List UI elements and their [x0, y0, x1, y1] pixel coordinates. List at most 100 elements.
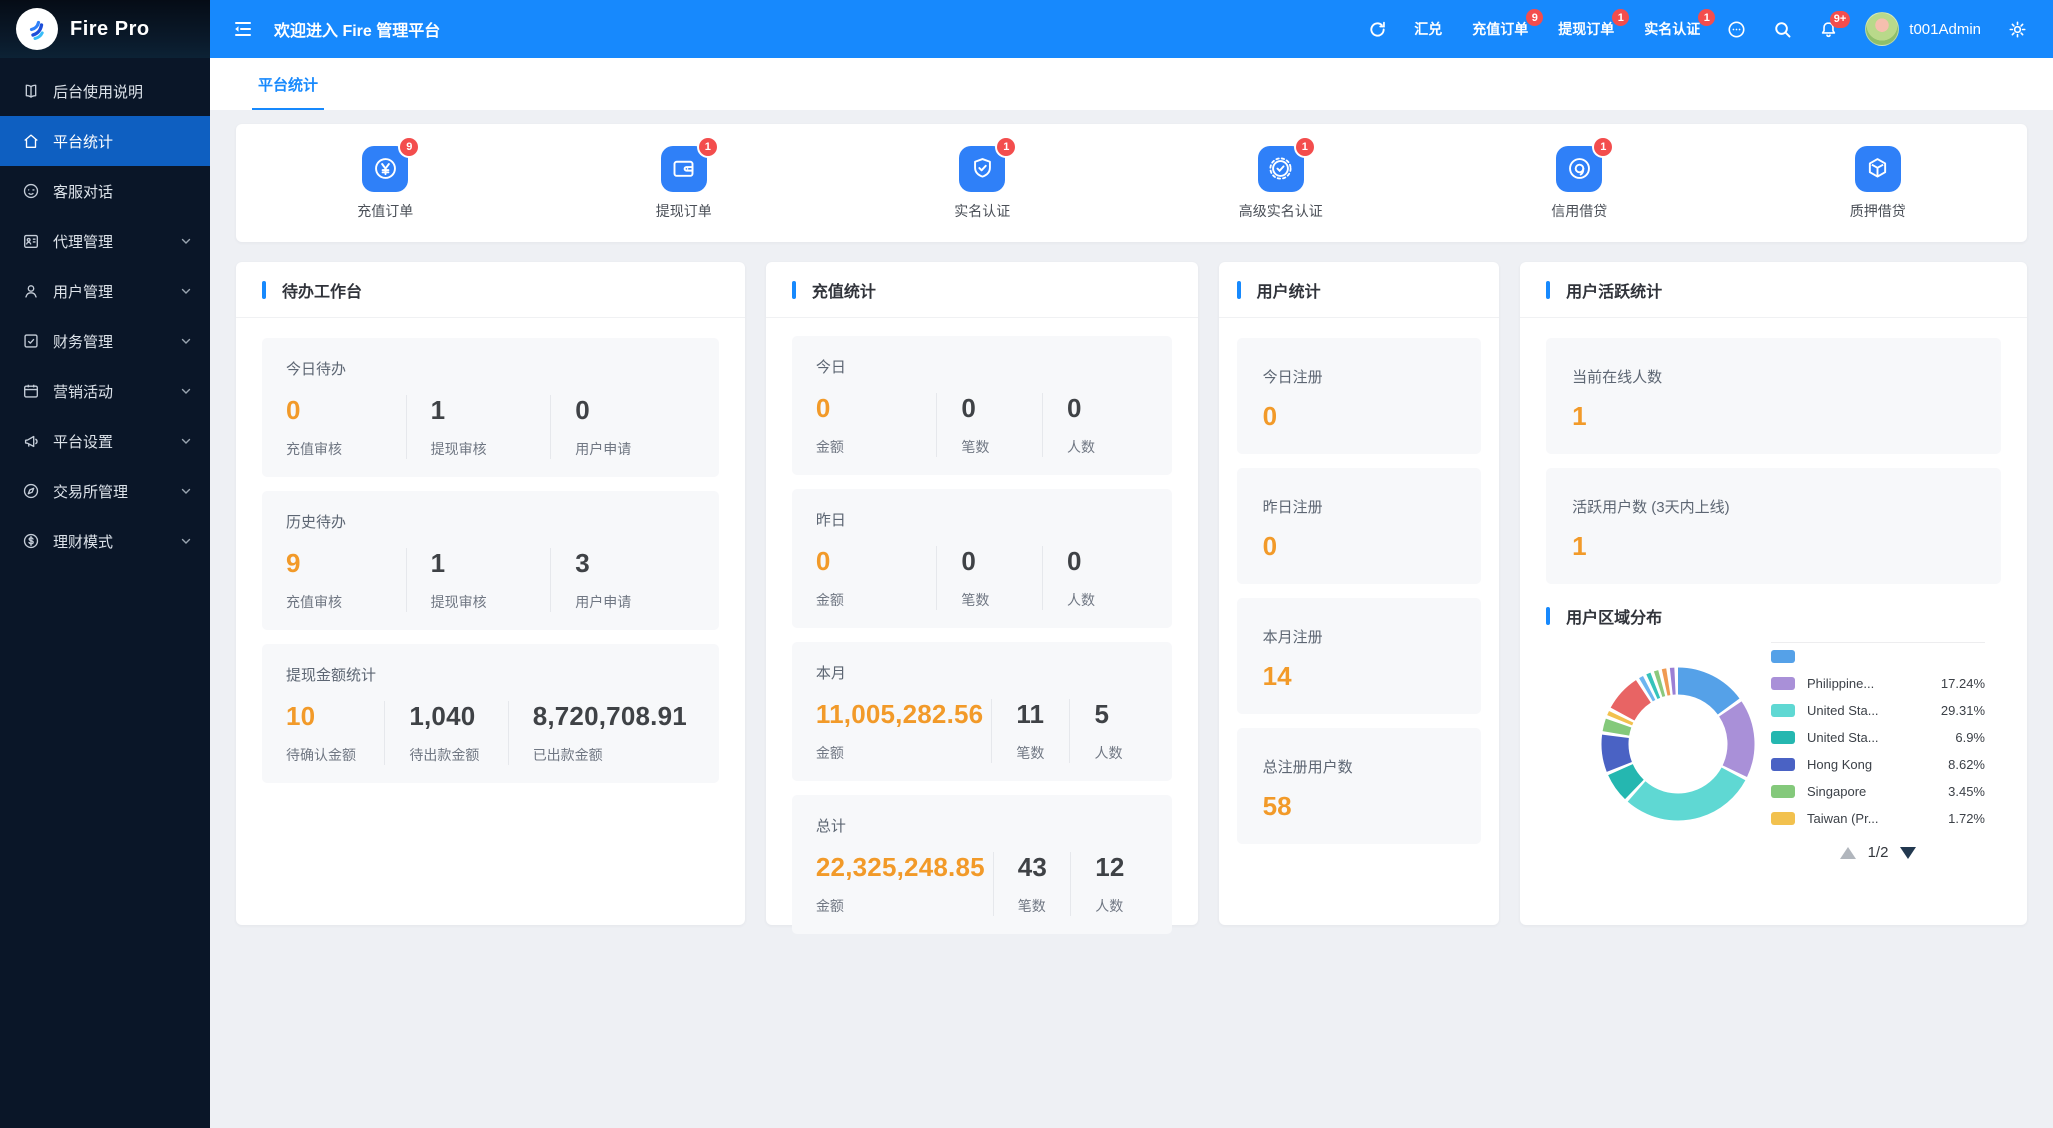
sidebar-item-6[interactable]: 营销活动 [0, 366, 210, 416]
stat: 11 笔数 [991, 699, 1069, 763]
quick-entry[interactable]: 1 提现订单 [535, 137, 834, 221]
legend-label: Singapore [1807, 784, 1867, 799]
sidebar-item-1[interactable]: 平台统计 [0, 116, 210, 166]
legend-item[interactable]: United Sta... 6.9% [1771, 724, 1985, 751]
legend-swatch [1771, 758, 1795, 771]
sidebar-item-9[interactable]: 理财模式 [0, 516, 210, 566]
tab-platform-stats[interactable]: 平台统计 [252, 74, 325, 110]
legend-page-down-icon[interactable] [1900, 846, 1917, 859]
gear-icon[interactable] [2008, 20, 2027, 39]
value-number: 1 [1572, 531, 1587, 561]
stat-label: 人数 [1094, 745, 1123, 761]
legend-item[interactable]: Philippine... 17.24% [1771, 670, 1985, 697]
stat: 8,720,708.91 已出款金额 [507, 701, 695, 765]
legend-item[interactable]: Hong Kong 8.62% [1771, 751, 1985, 778]
legend-percent: 29.31% [1940, 703, 1985, 718]
stat-value: 5 [1094, 699, 1110, 729]
stats-section-title: 昨日 [815, 512, 846, 529]
sidebar-item-4[interactable]: 用户管理 [0, 266, 210, 316]
stat: 9 充值审核 [286, 548, 406, 612]
value-label: 当前在线人数 [1572, 369, 1663, 386]
legend-item[interactable]: Singapore 3.45% [1771, 778, 1985, 805]
chart-legend: Philippine... 17.24% United Sta... 29.31… [1771, 642, 1985, 839]
stat-value: 0 [286, 395, 301, 425]
stat-label: 金额 [815, 898, 844, 914]
quick-entry[interactable]: 质押借贷 [1729, 145, 2028, 221]
sidebar-item-label: 平台设置 [53, 433, 114, 451]
stat-label: 已出款金额 [532, 747, 603, 763]
quick-entry-badge: 1 [1594, 137, 1613, 156]
quick-entry-label: 信用借贷 [1551, 202, 1608, 219]
stats-section: 今日 0 金额 0 笔数 0 人数 [791, 336, 1172, 475]
panel-title: 用户活跃统计 [1566, 283, 1663, 301]
stat-label: 笔数 [961, 439, 990, 455]
stat-value: 1 [430, 395, 446, 425]
stat-label: 用户申请 [575, 441, 632, 457]
stat-value: 22,325,248.85 [815, 852, 985, 882]
sidebar-menu: 后台使用说明 平台统计 客服对话 代理管理 用户管理 财务管理 营销活动 平台设… [0, 58, 210, 566]
message-icon[interactable] [1727, 20, 1746, 39]
stat: 5 人数 [1069, 699, 1147, 763]
quick-entry[interactable]: 9 充值订单 [236, 137, 535, 221]
bell-icon[interactable]: 9+ [1819, 10, 1851, 39]
value-label: 昨日注册 [1262, 499, 1323, 516]
legend-page-up-icon[interactable] [1839, 846, 1856, 859]
stat-value: 11,005,282.56 [815, 699, 984, 729]
stat-value: 3 [575, 548, 590, 578]
collapse-sidebar-icon[interactable] [232, 18, 254, 40]
legend-swatch [1771, 704, 1795, 717]
sidebar-item-3[interactable]: 代理管理 [0, 216, 210, 266]
value-number: 0 [1262, 401, 1278, 431]
legend-label: United Sta... [1807, 730, 1879, 745]
stats-section-title: 历史待办 [286, 514, 347, 531]
refresh-icon[interactable] [1368, 20, 1387, 39]
user-activity-card: 用户活跃统计 当前在线人数 1 活跃用户数 (3天内上线) 1 用户区域分布 P… [1520, 262, 2027, 925]
stat-value: 1,040 [409, 701, 476, 731]
stats-section: 昨日 0 金额 0 笔数 0 人数 [791, 489, 1172, 628]
value-section: 活跃用户数 (3天内上线) 1 [1546, 468, 2001, 584]
sidebar-item-0[interactable]: 后台使用说明 [0, 66, 210, 116]
quick-entry[interactable]: 1 高级实名认证 [1132, 137, 1431, 221]
header-link[interactable]: 充值订单 9 [1472, 9, 1544, 39]
quick-entry-label: 高级实名认证 [1238, 202, 1323, 219]
header-link[interactable]: 提现订单 1 [1558, 9, 1630, 39]
stats-section: 提现金额统计 10 待确认金额 1,040 待出款金额 8,720,708.91 已出款金… [262, 644, 719, 783]
sidebar-item-8[interactable]: 交易所管理 [0, 466, 210, 516]
legend-percent: 8.62% [1948, 757, 1985, 772]
sidebar-item-5[interactable]: 财务管理 [0, 316, 210, 366]
legend-item[interactable]: United Sta... 29.31% [1771, 697, 1985, 724]
accent-bar [262, 280, 266, 299]
header-link[interactable]: 汇兑 [1414, 19, 1442, 39]
user-stats-card: 用户统计 今日注册 0 昨日注册 0 本月注册 14 总注册用户数 58 [1218, 262, 1500, 925]
stat: 0 笔数 [936, 546, 1042, 610]
sidebar-item-7[interactable]: 平台设置 [0, 416, 210, 466]
legend-swatch [1771, 731, 1795, 744]
value-label: 活跃用户数 (3天内上线) [1572, 499, 1730, 516]
header-link-badge: 9 [1526, 9, 1544, 26]
user-menu[interactable]: t001Admin [1865, 12, 1981, 46]
quick-entry[interactable]: 1 实名认证 [833, 137, 1132, 221]
stat: 22,325,248.85 金额 [816, 852, 993, 916]
stats-section-title: 本月 [815, 665, 846, 682]
content: 9 充值订单 1 提现订单 1 实名认证 1 高级实名认证 1 信用借贷 质押借… [210, 110, 2053, 1128]
stat: 12 人数 [1070, 852, 1147, 916]
legend-item[interactable] [1771, 643, 1985, 670]
stat: 11,005,282.56 金额 [816, 699, 991, 763]
chat-service-icon [22, 182, 40, 200]
chevron-down-icon [180, 385, 192, 397]
legend-label: Philippine... [1807, 676, 1875, 691]
stat: 1 提现审核 [405, 548, 551, 612]
header-link[interactable]: 实名认证 1 [1644, 9, 1716, 39]
stat-label: 用户申请 [575, 594, 632, 610]
compass-icon [22, 482, 40, 500]
search-icon[interactable] [1773, 20, 1792, 39]
stat-label: 待出款金额 [409, 747, 480, 763]
stat-label: 金额 [815, 592, 844, 608]
quick-entry[interactable]: 1 信用借贷 [1430, 137, 1729, 221]
sidebar-item-label: 客服对话 [53, 183, 114, 201]
megaphone-icon [22, 432, 40, 450]
legend-item[interactable]: Taiwan (Pr... 1.72% [1771, 805, 1985, 832]
legend-item[interactable] [1771, 832, 1985, 839]
stat: 0 充值审核 [286, 395, 406, 459]
sidebar-item-2[interactable]: 客服对话 [0, 166, 210, 216]
